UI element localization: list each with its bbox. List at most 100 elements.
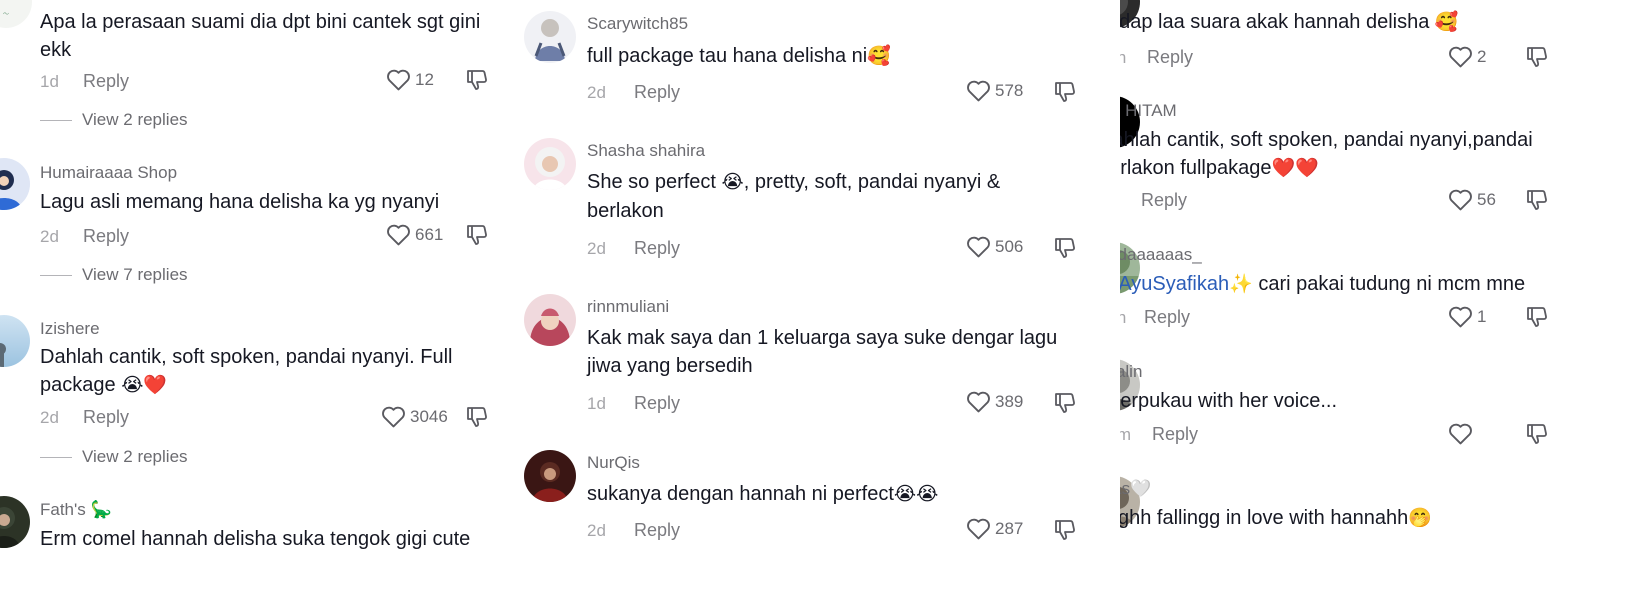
reply-button[interactable]: Reply bbox=[634, 520, 680, 541]
like-button[interactable]: 56 bbox=[1448, 188, 1496, 211]
comment-text: Lagu asli memang hana delisha ka yg nyan… bbox=[40, 191, 440, 213]
dislike-button[interactable] bbox=[1053, 518, 1077, 542]
comment-timestamp: 2d bbox=[40, 227, 59, 246]
like-button[interactable]: 1 bbox=[1448, 305, 1486, 328]
like-count: 287 bbox=[995, 518, 1024, 538]
comment-text: Arghh fallingg in love with hannahh🤭 bbox=[1120, 504, 1558, 533]
dislike-button[interactable] bbox=[465, 223, 489, 247]
dislike-button[interactable] bbox=[465, 68, 489, 92]
username[interactable]: Izishere bbox=[40, 319, 100, 339]
dislike-button[interactable] bbox=[465, 405, 489, 429]
reply-button[interactable]: Reply bbox=[83, 226, 129, 247]
comment-timestamp: 2d bbox=[587, 521, 606, 540]
mention-link[interactable]: @AyuSyafikah bbox=[1120, 273, 1229, 295]
username[interactable]: evalin bbox=[1120, 362, 1142, 382]
dislike-button[interactable] bbox=[1525, 422, 1549, 446]
reply-button[interactable]: Reply bbox=[83, 71, 129, 92]
view-replies-label: View 2 replies bbox=[82, 110, 188, 129]
like-button[interactable]: 578 bbox=[966, 79, 1023, 102]
comment-text: She so perfect 😭, pretty, soft, pandai n… bbox=[587, 168, 1077, 225]
comment-timestamp: 22h bbox=[1120, 48, 1127, 67]
reply-button[interactable]: Reply bbox=[83, 407, 129, 428]
view-replies-button[interactable]: View 2 replies bbox=[40, 110, 188, 130]
view-replies-label: View 7 replies bbox=[82, 265, 188, 284]
heart-outline-icon bbox=[967, 518, 990, 540]
avatar[interactable] bbox=[0, 315, 30, 367]
comment-timestamp: 2d bbox=[40, 408, 59, 427]
dislike-button[interactable] bbox=[1525, 188, 1549, 212]
comment-column-3: sedap laa suara akak hannah delisha 🥰 22… bbox=[1120, 0, 1640, 572]
thumbs-down-icon bbox=[467, 407, 487, 427]
like-button[interactable]: 506 bbox=[966, 235, 1023, 258]
comment-text: @AyuSyafikah✨ cari pakai tudung ni mcm m… bbox=[1120, 270, 1568, 299]
avatar[interactable] bbox=[0, 158, 30, 210]
like-button[interactable]: 389 bbox=[966, 390, 1023, 413]
like-count: 661 bbox=[415, 224, 444, 244]
username[interactable]: NurQis bbox=[587, 453, 640, 473]
avatar[interactable]: 〜 bbox=[0, 0, 32, 28]
dislike-button[interactable] bbox=[1053, 80, 1077, 104]
comment-timestamp: 1d bbox=[40, 72, 59, 91]
comment-text: full package tau hana delisha ni🥰 bbox=[587, 42, 1067, 71]
reply-button[interactable]: Reply bbox=[1152, 424, 1198, 445]
thumbs-down-icon bbox=[467, 70, 487, 90]
reply-button[interactable]: Reply bbox=[1144, 307, 1190, 328]
comment-body: sukanya dengan hannah ni perfect bbox=[587, 483, 894, 505]
avatar[interactable] bbox=[524, 11, 576, 63]
emoji-sticker: ✨ bbox=[1229, 274, 1253, 295]
thumbs-down-icon bbox=[1527, 190, 1547, 210]
username[interactable]: Humairaaaa Shop bbox=[40, 163, 177, 183]
username[interactable]: Scarywitch85 bbox=[587, 14, 688, 34]
comment-timestamp: 2d bbox=[587, 239, 606, 258]
divider-line bbox=[40, 274, 72, 276]
reply-button[interactable]: Reply bbox=[634, 393, 680, 414]
heart-outline-icon bbox=[1449, 46, 1472, 68]
heart-outline-icon bbox=[967, 80, 990, 102]
like-count: 1 bbox=[1477, 306, 1487, 326]
emoji-sticker: 🦕 bbox=[90, 500, 112, 519]
username[interactable]: Shasha shahira bbox=[587, 141, 705, 161]
divider-line bbox=[40, 119, 72, 121]
dislike-button[interactable] bbox=[1053, 236, 1077, 260]
reply-button[interactable]: Reply bbox=[634, 238, 680, 259]
avatar[interactable] bbox=[0, 496, 30, 548]
reply-button[interactable]: Reply bbox=[1147, 47, 1193, 68]
emoji-sticker: 😭 bbox=[721, 172, 744, 193]
dislike-button[interactable] bbox=[1525, 305, 1549, 329]
thumbs-down-icon bbox=[1055, 393, 1075, 413]
like-button[interactable]: 287 bbox=[966, 517, 1023, 540]
avatar[interactable] bbox=[524, 450, 576, 502]
like-count: 389 bbox=[995, 391, 1024, 411]
view-replies-button[interactable]: View 2 replies bbox=[40, 447, 188, 467]
comment-text: Kak mak saya dan 1 keluarga saya suke de… bbox=[587, 327, 1058, 377]
like-button[interactable]: 661 bbox=[386, 223, 443, 246]
heart-outline-icon bbox=[967, 391, 990, 413]
emoji-sticker: 🤭 bbox=[1408, 508, 1432, 529]
dislike-button[interactable] bbox=[1525, 45, 1549, 69]
comment-text: Dahlah cantik, soft spoken, pandai nyany… bbox=[1120, 126, 1558, 183]
reply-button[interactable]: Reply bbox=[634, 82, 680, 103]
username[interactable]: PP HITAM bbox=[1120, 101, 1177, 121]
heart-outline-icon bbox=[387, 69, 410, 91]
emoji-sticker: 🥰 bbox=[1434, 12, 1459, 33]
username[interactable]: Mas🤍 bbox=[1120, 479, 1151, 499]
view-replies-button[interactable]: View 7 replies bbox=[40, 265, 188, 285]
username[interactable]: Aydaaaaaas_ bbox=[1120, 245, 1202, 265]
avatar[interactable] bbox=[524, 138, 576, 190]
comment-text: sukanya dengan hannah ni perfect😭😭 bbox=[587, 480, 1077, 509]
dislike-button[interactable] bbox=[1053, 391, 1077, 415]
username-text: Mas bbox=[1120, 479, 1131, 498]
reply-button[interactable]: Reply bbox=[1141, 190, 1187, 211]
username[interactable]: Fath's 🦕 bbox=[40, 500, 112, 520]
heart-outline-icon bbox=[382, 406, 405, 428]
like-button[interactable]: 3046 bbox=[381, 405, 448, 428]
like-button[interactable]: 12 bbox=[386, 68, 434, 91]
username[interactable]: rinnmuliani bbox=[587, 297, 669, 317]
avatar[interactable] bbox=[524, 294, 576, 346]
like-count: 2 bbox=[1477, 46, 1487, 66]
like-button[interactable]: 2 bbox=[1448, 45, 1486, 68]
username-text: Fath's bbox=[40, 500, 86, 519]
comment-body: She so perfect bbox=[587, 171, 722, 193]
like-button[interactable] bbox=[1448, 422, 1477, 445]
like-count: 506 bbox=[995, 236, 1024, 256]
